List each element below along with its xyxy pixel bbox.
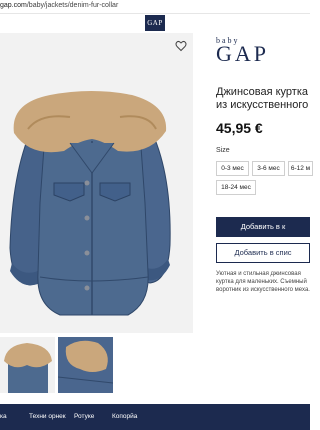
footer-nav: ка Техни орнек Ротуке Копорйа [0,404,310,430]
footer-link[interactable]: Техни орнек [29,413,66,420]
size-option[interactable]: 6-12 м [288,161,313,176]
size-option[interactable]: 18-24 мес [216,180,256,195]
size-label: Size [216,147,230,154]
product-thumbnail[interactable] [58,337,113,393]
product-main-image[interactable] [0,33,193,333]
product-price: 45,95 € [216,120,263,136]
browser-url-bar[interactable]: gap.com/baby/jackets/denim-fur-collar [0,0,310,14]
add-to-cart-button[interactable]: Добавить в к [216,217,310,237]
favorite-heart-icon[interactable] [175,39,187,52]
add-to-wishlist-button[interactable]: Добавить в спис [216,243,310,263]
product-thumbnail[interactable] [0,337,55,393]
size-option[interactable]: 0-3 мес [216,161,249,176]
product-title: Джинсовая куртка из искусственного [216,86,309,111]
brand-gap-text: GAP [216,41,270,66]
footer-link[interactable]: ка [0,413,7,420]
denim-jacket-illustration [9,91,171,316]
product-description: Уютная и стильная джинсовая куртка для м… [216,271,310,293]
size-option[interactable]: 3-6 мес [252,161,285,176]
footer-link[interactable]: Копорйа [112,413,137,420]
gap-logo[interactable]: GAP [145,15,165,31]
footer-link[interactable]: Ротуке [74,413,94,420]
url-text[interactable]: gap.com/baby/jackets/denim-fur-collar [0,2,118,9]
baby-gap-brand: baby GAP [216,36,276,66]
